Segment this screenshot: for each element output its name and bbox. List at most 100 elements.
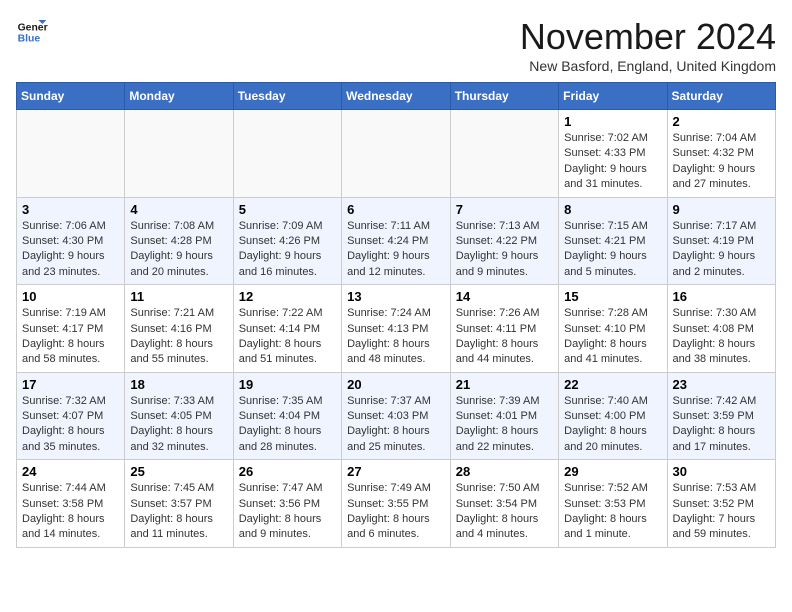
day-info: Sunrise: 7:13 AM Sunset: 4:22 PM Dayligh… — [456, 219, 553, 281]
day-info: Sunrise: 7:52 AM Sunset: 3:53 PM Dayligh… — [564, 481, 661, 543]
calendar-cell — [450, 110, 558, 198]
location: New Basford, England, United Kingdom — [520, 58, 776, 74]
weekday-header-thursday: Thursday — [450, 83, 558, 110]
day-number: 11 — [130, 289, 227, 304]
calendar-cell — [342, 110, 451, 198]
calendar-week-2: 3Sunrise: 7:06 AM Sunset: 4:30 PM Daylig… — [17, 197, 776, 285]
day-info: Sunrise: 7:45 AM Sunset: 3:57 PM Dayligh… — [130, 481, 227, 543]
calendar-cell: 18 Sunrise: 7:33 AM Sunset: 4:05 PM Dayli… — [125, 372, 233, 460]
day-info: Sunrise: 7:35 AM Sunset: 4:04 PM Dayligh… — [239, 394, 336, 456]
calendar-cell: 1 Sunrise: 7:02 AM Sunset: 4:33 PM Daylig… — [559, 110, 667, 198]
day-number: 23 — [673, 377, 770, 392]
day-info: Sunrise: 7:53 AM Sunset: 3:52 PM Dayligh… — [673, 481, 770, 543]
day-number: 3 — [22, 202, 119, 217]
calendar-cell: 26Sunrise: 7:47 AM Sunset: 3:56 PM Dayli… — [233, 460, 341, 548]
calendar-cell: 9 Sunrise: 7:17 AM Sunset: 4:19 PM Daylig… — [667, 197, 775, 285]
day-number: 19 — [239, 377, 336, 392]
day-number: 27 — [347, 464, 445, 479]
calendar-cell: 7 Sunrise: 7:13 AM Sunset: 4:22 PM Daylig… — [450, 197, 558, 285]
day-number: 9 — [673, 202, 770, 217]
calendar-cell — [17, 110, 125, 198]
day-info: Sunrise: 7:02 AM Sunset: 4:33 PM Dayligh… — [564, 131, 661, 193]
day-info: Sunrise: 7:44 AM Sunset: 3:58 PM Dayligh… — [22, 481, 119, 543]
logo: General Blue — [16, 16, 48, 48]
calendar-cell: 13Sunrise: 7:24 AM Sunset: 4:13 PM Dayli… — [342, 285, 451, 373]
calendar-cell: 20Sunrise: 7:37 AM Sunset: 4:03 PM Dayli… — [342, 372, 451, 460]
title-block: November 2024 New Basford, England, Unit… — [520, 16, 776, 74]
weekday-header-monday: Monday — [125, 83, 233, 110]
weekday-header-wednesday: Wednesday — [342, 83, 451, 110]
month-title: November 2024 — [520, 16, 776, 58]
day-number: 12 — [239, 289, 336, 304]
weekday-header-sunday: Sunday — [17, 83, 125, 110]
day-number: 18 — [130, 377, 227, 392]
day-info: Sunrise: 7:30 AM Sunset: 4:08 PM Dayligh… — [673, 306, 770, 368]
day-info: Sunrise: 7:22 AM Sunset: 4:14 PM Dayligh… — [239, 306, 336, 368]
day-info: Sunrise: 7:26 AM Sunset: 4:11 PM Dayligh… — [456, 306, 553, 368]
day-info: Sunrise: 7:50 AM Sunset: 3:54 PM Dayligh… — [456, 481, 553, 543]
day-number: 16 — [673, 289, 770, 304]
logo-icon: General Blue — [16, 16, 48, 48]
calendar-cell: 27 Sunrise: 7:49 AM Sunset: 3:55 PM Dayli… — [342, 460, 451, 548]
calendar-cell: 23Sunrise: 7:42 AM Sunset: 3:59 PM Dayli… — [667, 372, 775, 460]
day-number: 4 — [130, 202, 227, 217]
day-number: 8 — [564, 202, 661, 217]
calendar-cell: 10Sunrise: 7:19 AM Sunset: 4:17 PM Dayli… — [17, 285, 125, 373]
day-info: Sunrise: 7:49 AM Sunset: 3:55 PM Dayligh… — [347, 481, 445, 543]
day-info: Sunrise: 7:37 AM Sunset: 4:03 PM Dayligh… — [347, 394, 445, 456]
day-info: Sunrise: 7:08 AM Sunset: 4:28 PM Dayligh… — [130, 219, 227, 281]
calendar-cell: 4 Sunrise: 7:08 AM Sunset: 4:28 PM Daylig… — [125, 197, 233, 285]
day-number: 30 — [673, 464, 770, 479]
calendar-week-4: 17 Sunrise: 7:32 AM Sunset: 4:07 PM Dayli… — [17, 372, 776, 460]
day-info: Sunrise: 7:28 AM Sunset: 4:10 PM Dayligh… — [564, 306, 661, 368]
calendar-cell — [233, 110, 341, 198]
calendar-week-5: 24 Sunrise: 7:44 AM Sunset: 3:58 PM Dayli… — [17, 460, 776, 548]
weekday-header-friday: Friday — [559, 83, 667, 110]
calendar-cell: 30 Sunrise: 7:53 AM Sunset: 3:52 PM Dayli… — [667, 460, 775, 548]
day-info: Sunrise: 7:39 AM Sunset: 4:01 PM Dayligh… — [456, 394, 553, 456]
calendar-cell: 12 Sunrise: 7:22 AM Sunset: 4:14 PM Dayli… — [233, 285, 341, 373]
weekday-header-saturday: Saturday — [667, 83, 775, 110]
day-number: 28 — [456, 464, 553, 479]
calendar-table: SundayMondayTuesdayWednesdayThursdayFrid… — [16, 82, 776, 548]
day-number: 17 — [22, 377, 119, 392]
calendar-cell: 22 Sunrise: 7:40 AM Sunset: 4:00 PM Dayli… — [559, 372, 667, 460]
calendar-cell: 8 Sunrise: 7:15 AM Sunset: 4:21 PM Daylig… — [559, 197, 667, 285]
day-info: Sunrise: 7:04 AM Sunset: 4:32 PM Dayligh… — [673, 131, 770, 193]
day-number: 1 — [564, 114, 661, 129]
day-number: 7 — [456, 202, 553, 217]
page-header: General Blue November 2024 New Basford, … — [16, 16, 776, 74]
day-info: Sunrise: 7:09 AM Sunset: 4:26 PM Dayligh… — [239, 219, 336, 281]
calendar-cell: 17 Sunrise: 7:32 AM Sunset: 4:07 PM Dayli… — [17, 372, 125, 460]
calendar-cell: 16 Sunrise: 7:30 AM Sunset: 4:08 PM Dayli… — [667, 285, 775, 373]
calendar-week-1: 1 Sunrise: 7:02 AM Sunset: 4:33 PM Daylig… — [17, 110, 776, 198]
day-info: Sunrise: 7:21 AM Sunset: 4:16 PM Dayligh… — [130, 306, 227, 368]
day-number: 21 — [456, 377, 553, 392]
calendar-cell: 29Sunrise: 7:52 AM Sunset: 3:53 PM Dayli… — [559, 460, 667, 548]
day-info: Sunrise: 7:17 AM Sunset: 4:19 PM Dayligh… — [673, 219, 770, 281]
day-info: Sunrise: 7:40 AM Sunset: 4:00 PM Dayligh… — [564, 394, 661, 456]
calendar-cell: 19 Sunrise: 7:35 AM Sunset: 4:04 PM Dayli… — [233, 372, 341, 460]
weekday-header-row: SundayMondayTuesdayWednesdayThursdayFrid… — [17, 83, 776, 110]
calendar-cell: 3Sunrise: 7:06 AM Sunset: 4:30 PM Daylig… — [17, 197, 125, 285]
day-info: Sunrise: 7:15 AM Sunset: 4:21 PM Dayligh… — [564, 219, 661, 281]
day-info: Sunrise: 7:19 AM Sunset: 4:17 PM Dayligh… — [22, 306, 119, 368]
calendar-cell: 21 Sunrise: 7:39 AM Sunset: 4:01 PM Dayli… — [450, 372, 558, 460]
day-number: 24 — [22, 464, 119, 479]
day-number: 25 — [130, 464, 227, 479]
calendar-cell: 6 Sunrise: 7:11 AM Sunset: 4:24 PM Daylig… — [342, 197, 451, 285]
day-number: 5 — [239, 202, 336, 217]
day-info: Sunrise: 7:33 AM Sunset: 4:05 PM Dayligh… — [130, 394, 227, 456]
day-info: Sunrise: 7:11 AM Sunset: 4:24 PM Dayligh… — [347, 219, 445, 281]
weekday-header-tuesday: Tuesday — [233, 83, 341, 110]
day-info: Sunrise: 7:32 AM Sunset: 4:07 PM Dayligh… — [22, 394, 119, 456]
calendar-cell: 2Sunrise: 7:04 AM Sunset: 4:32 PM Daylig… — [667, 110, 775, 198]
calendar-cell: 11 Sunrise: 7:21 AM Sunset: 4:16 PM Dayli… — [125, 285, 233, 373]
calendar-cell: 25 Sunrise: 7:45 AM Sunset: 3:57 PM Dayli… — [125, 460, 233, 548]
day-number: 13 — [347, 289, 445, 304]
day-number: 6 — [347, 202, 445, 217]
calendar-cell: 15 Sunrise: 7:28 AM Sunset: 4:10 PM Dayli… — [559, 285, 667, 373]
day-number: 15 — [564, 289, 661, 304]
day-number: 22 — [564, 377, 661, 392]
day-info: Sunrise: 7:47 AM Sunset: 3:56 PM Dayligh… — [239, 481, 336, 543]
